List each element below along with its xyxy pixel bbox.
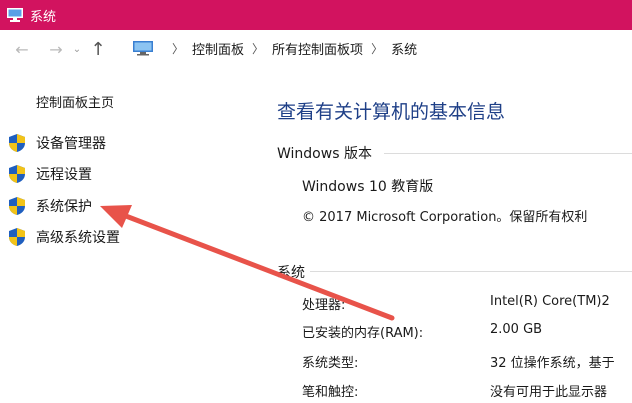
breadcrumb-separator: 〉 [252, 41, 265, 56]
sidebar-item-remote-settings[interactable]: 远程设置 [8, 164, 92, 184]
chevron-down-icon[interactable]: ⌄ [68, 44, 86, 55]
title-bar: 系统 [0, 0, 632, 30]
forward-arrow-icon[interactable]: → [44, 40, 68, 59]
copyright-text: © 2017 Microsoft Corporation。保留所有权利 [302, 210, 588, 225]
system-type-value: 32 位操作系统，基于 [490, 356, 615, 371]
shield-icon [9, 197, 25, 215]
breadcrumb-system[interactable]: 系统 [391, 39, 417, 58]
sidebar-item-label: 远程设置 [36, 167, 92, 183]
processor-value: Intel(R) Core(TM)2 [490, 294, 610, 309]
section-title-system: 系统 [277, 265, 305, 281]
sidebar-item-system-protection[interactable]: 系统保护 [8, 196, 92, 216]
system-type-label: 系统类型: [302, 356, 359, 371]
pen-touch-label: 笔和触控: [302, 385, 359, 400]
sidebar-item-device-manager[interactable]: 设备管理器 [8, 133, 106, 153]
pen-touch-value: 没有可用于此显示器 [490, 385, 608, 400]
breadcrumb-control-panel[interactable]: 控制面板 [192, 39, 244, 58]
sidebar-item-label: 高级系统设置 [36, 230, 120, 246]
breadcrumb-all-items[interactable]: 所有控制面板项 [272, 39, 363, 58]
control-panel-home-link[interactable]: 控制面板主页 [36, 92, 114, 111]
page-title: 查看有关计算机的基本信息 [277, 101, 506, 123]
section-divider [384, 153, 632, 154]
breadcrumb-separator: 〉 [371, 41, 384, 56]
shield-icon [9, 165, 25, 183]
section-divider [310, 271, 632, 272]
shield-icon [9, 134, 25, 152]
computer-icon [7, 8, 23, 22]
section-title-windows-edition: Windows 版本 [277, 146, 372, 162]
processor-label: 处理器: [302, 298, 346, 313]
breadcrumb-separator: 〉 [172, 41, 185, 56]
back-arrow-icon[interactable]: ← [10, 40, 34, 59]
ram-label: 已安装的内存(RAM): [302, 326, 424, 341]
shield-icon [9, 228, 25, 246]
computer-icon [133, 41, 153, 56]
sidebar-item-label: 系统保护 [36, 199, 92, 215]
breadcrumb[interactable]: 〉 控制面板 〉 所有控制面板项 〉 系统 [132, 34, 632, 62]
window-title: 系统 [30, 9, 57, 25]
windows-edition: Windows 10 教育版 [302, 179, 434, 195]
sidebar-item-advanced-settings[interactable]: 高级系统设置 [8, 227, 120, 247]
sidebar-item-label: 设备管理器 [36, 136, 106, 152]
up-arrow-icon[interactable]: ↑ [86, 39, 110, 60]
address-bar: ← → ⌄ ↑ 〉 控制面板 〉 所有控制面板项 〉 系统 [0, 32, 632, 66]
ram-value: 2.00 GB [490, 322, 543, 337]
